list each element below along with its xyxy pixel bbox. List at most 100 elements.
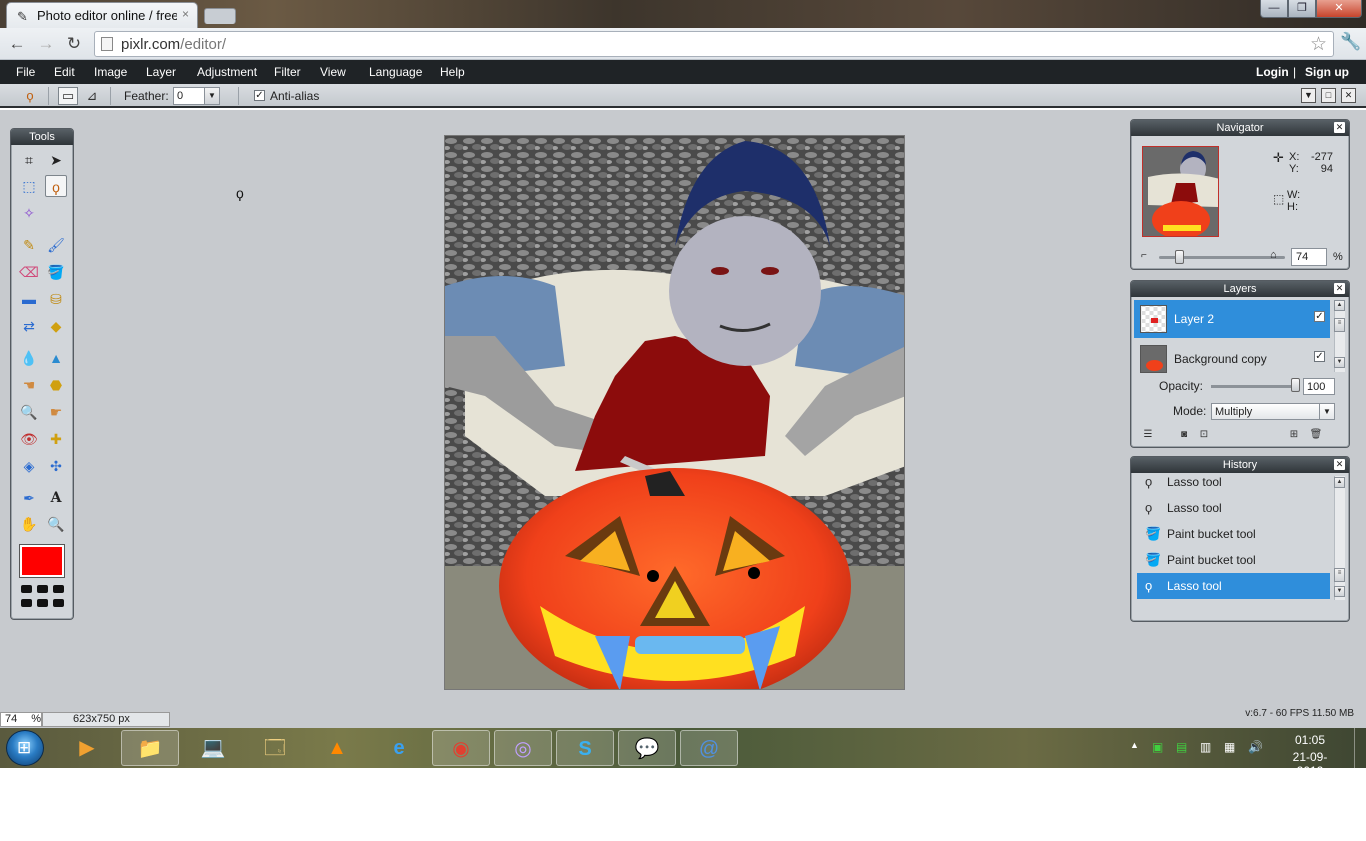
layer-styles-icon[interactable]: ⊡ xyxy=(1197,429,1211,441)
menu-language[interactable]: Language xyxy=(369,65,422,79)
scroll-thumb[interactable]: ≡ xyxy=(1334,318,1345,332)
window-maximize-button[interactable]: ❐ xyxy=(1288,0,1316,18)
show-desktop-button[interactable] xyxy=(1354,728,1366,768)
opacity-slider[interactable] xyxy=(1211,385,1299,388)
brush-preset[interactable] xyxy=(21,599,32,607)
layer-menu-icon[interactable]: ☰ xyxy=(1141,429,1155,441)
tray-app-icon[interactable]: ▤ xyxy=(1176,740,1187,754)
zoom-tool-icon[interactable]: 🔍 xyxy=(45,513,67,535)
magic-wand-tool-icon[interactable]: ✧ xyxy=(18,202,40,224)
address-bar[interactable]: pixlr.com/editor/ ☆ xyxy=(94,31,1334,57)
red-eye-tool-icon[interactable]: 👁 xyxy=(18,428,40,450)
opacity-input[interactable]: 100 xyxy=(1303,378,1335,395)
brush-preset[interactable] xyxy=(53,599,64,607)
menu-view[interactable]: View xyxy=(320,65,346,79)
scroll-up-icon[interactable]: ▲ xyxy=(1334,300,1345,311)
zoom-input[interactable]: 74 xyxy=(1291,248,1327,266)
history-item[interactable]: ϙ Lasso tool xyxy=(1137,573,1330,599)
messenger-icon[interactable]: 💬 xyxy=(618,730,676,766)
browser-tab-active[interactable]: ✎ Photo editor online / free image editi… xyxy=(6,2,198,28)
brush-preset[interactable] xyxy=(21,585,32,593)
scroll-down-icon[interactable]: ▼ xyxy=(1334,586,1345,597)
blur-tool-icon[interactable]: 💧 xyxy=(18,347,40,369)
menu-edit[interactable]: Edit xyxy=(54,65,75,79)
volume-icon[interactable]: 🔊 xyxy=(1248,740,1263,754)
chrome-icon[interactable]: ◉ xyxy=(432,730,490,766)
freehand-lasso-mode-icon[interactable]: ▭ xyxy=(58,87,78,105)
tab-close-icon[interactable]: × xyxy=(182,7,189,21)
new-tab-button[interactable] xyxy=(204,8,236,24)
layer-mask-icon[interactable]: ◙ xyxy=(1177,429,1191,441)
menu-adjustment[interactable]: Adjustment xyxy=(197,65,257,79)
tray-device-icon[interactable]: ▥ xyxy=(1200,740,1211,754)
layers-close-icon[interactable]: ✕ xyxy=(1334,283,1345,294)
menu-filter[interactable]: Filter xyxy=(274,65,301,79)
blend-mode-select[interactable]: Multiply ▼ xyxy=(1211,403,1335,420)
skype-icon[interactable]: S xyxy=(556,730,614,766)
window-close-button[interactable]: ✕ xyxy=(1316,0,1362,18)
navigator-thumbnail[interactable] xyxy=(1142,146,1219,237)
maximize-editor-button[interactable]: □ xyxy=(1321,88,1336,103)
feather-dropdown-button[interactable]: ▼ xyxy=(204,87,220,105)
brush-preset[interactable] xyxy=(53,585,64,593)
explorer-icon[interactable]: 📁 xyxy=(121,730,179,766)
color-picker-tool-icon[interactable]: ✒ xyxy=(18,487,40,509)
new-layer-icon[interactable]: ⊞ xyxy=(1287,429,1301,441)
zoom-out-icon[interactable]: ⌐ xyxy=(1141,250,1147,261)
primary-color-swatch[interactable] xyxy=(19,544,65,578)
opacity-slider-handle[interactable] xyxy=(1291,378,1300,392)
sharpen-tool-icon[interactable]: ▲ xyxy=(45,347,67,369)
navigator-close-icon[interactable]: ✕ xyxy=(1334,122,1345,133)
scroll-thumb[interactable]: ≡ xyxy=(1334,568,1345,582)
tray-app-icon[interactable]: ▣ xyxy=(1152,740,1163,754)
color-replace-tool-icon[interactable]: ⇄ xyxy=(18,315,40,337)
back-button[interactable]: ← xyxy=(6,33,28,55)
lasso-tool-icon[interactable]: ϙ xyxy=(20,87,40,105)
gradient-tool-icon[interactable]: ▬ xyxy=(18,288,40,310)
reload-button[interactable]: ↻ xyxy=(63,33,85,55)
bloat-tool-icon[interactable]: ◈ xyxy=(18,455,40,477)
crop-tool-icon[interactable]: ⌗ xyxy=(18,149,40,171)
move-tool-icon[interactable]: ➤ xyxy=(45,149,67,171)
menu-layer[interactable]: Layer xyxy=(146,65,176,79)
clock-time[interactable]: 01:05 xyxy=(1280,733,1340,747)
layer-row[interactable]: Layer 2 ✓ xyxy=(1134,300,1330,338)
spot-heal-tool-icon[interactable]: ✚ xyxy=(45,428,67,450)
window-minimize-button[interactable]: — xyxy=(1260,0,1288,18)
wrench-menu-icon[interactable]: 🔧 xyxy=(1340,32,1361,52)
menu-help[interactable]: Help xyxy=(440,65,465,79)
control-panel-icon[interactable]: 🗔 xyxy=(246,730,304,766)
brush-tool-icon[interactable]: 🖌 xyxy=(45,234,67,256)
network-icon[interactable]: ▦ xyxy=(1224,740,1235,754)
clone-stamp-tool-icon[interactable]: ⛁ xyxy=(45,288,67,310)
type-tool-icon[interactable]: A xyxy=(45,487,67,509)
marquee-tool-icon[interactable]: ⬚ xyxy=(18,175,40,197)
polygon-lasso-mode-icon[interactable]: ⊿ xyxy=(82,87,102,105)
bittorrent-icon[interactable]: ◎ xyxy=(494,730,552,766)
menu-file[interactable]: File xyxy=(16,65,35,79)
image-canvas[interactable] xyxy=(444,135,905,690)
scroll-up-icon[interactable]: ▲ xyxy=(1334,477,1345,488)
lasso-tool-icon[interactable]: ϙ xyxy=(45,175,67,197)
menu-image[interactable]: Image xyxy=(94,65,127,79)
system-tool-icon[interactable]: 💻 xyxy=(184,730,242,766)
hand-tool-icon[interactable]: ✋ xyxy=(18,513,40,535)
history-item[interactable]: 🪣 Paint bucket tool xyxy=(1137,521,1330,547)
dodge-tool-icon[interactable]: 🔍 xyxy=(18,401,40,423)
pencil-tool-icon[interactable]: ✎ xyxy=(18,234,40,256)
clock-date[interactable]: 21-09-2012 xyxy=(1280,750,1340,768)
close-editor-button[interactable]: ✕ xyxy=(1341,88,1356,103)
smudge-tool-icon[interactable]: ☚ xyxy=(18,374,40,396)
burn-tool-icon[interactable]: ☛ xyxy=(45,401,67,423)
start-button[interactable]: ⊞ xyxy=(6,730,44,766)
forward-button[interactable]: → xyxy=(35,33,57,55)
antialias-checkbox[interactable]: ✓ xyxy=(254,90,265,101)
paint-bucket-tool-icon[interactable]: 🪣 xyxy=(45,261,67,283)
brush-preset[interactable] xyxy=(37,585,48,593)
media-player-icon[interactable]: ▶ xyxy=(58,730,116,766)
zoom-in-icon[interactable]: ⌂ xyxy=(1270,249,1277,261)
delete-layer-icon[interactable]: 🗑 xyxy=(1309,429,1323,441)
tray-expand-icon[interactable]: ▲ xyxy=(1130,740,1139,750)
layer-row[interactable]: Background copy ✓ xyxy=(1134,340,1330,378)
history-item[interactable]: ϙ Lasso tool xyxy=(1137,476,1330,495)
